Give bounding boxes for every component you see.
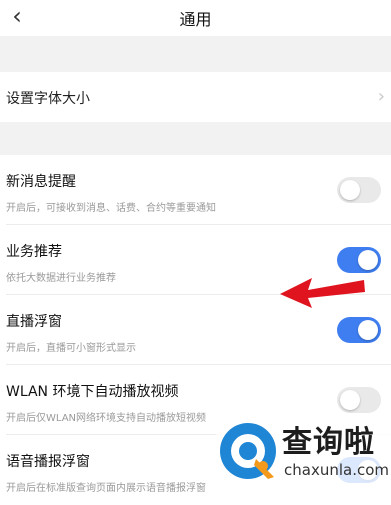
setting-name: 业务推荐 xyxy=(6,244,62,260)
setting-name: 直播浮窗 xyxy=(6,314,62,330)
toggle-knob xyxy=(358,250,378,270)
live-floating-window-toggle[interactable] xyxy=(337,317,381,343)
setting-description: 开启后，可接收到消息、话费、合约等重要通知 xyxy=(6,203,216,214)
setting-name: 新消息提醒 xyxy=(6,174,76,190)
setting-new-message-alert: 新消息提醒 开启后，可接收到消息、话费、合约等重要通知 xyxy=(0,155,391,225)
watermark-url: chaxunla.com xyxy=(284,461,389,479)
setting-description: 开启后在标准版查询页面内展示语音播报浮窗 xyxy=(6,483,206,494)
new-message-alert-toggle[interactable] xyxy=(337,177,381,203)
wlan-autoplay-toggle[interactable] xyxy=(337,387,381,413)
chevron-right-icon: › xyxy=(377,86,385,107)
setting-description: 依托大数据进行业务推荐 xyxy=(6,273,116,284)
top-navigation-bar: ‹ 通用 xyxy=(0,0,391,36)
font-size-label: 设置字体大小 xyxy=(6,91,90,107)
red-arrow-icon xyxy=(280,278,365,308)
watermark-text: 查询啦 xyxy=(282,425,375,460)
setting-name: WLAN 环境下自动播放视频 xyxy=(6,384,179,400)
toggle-knob xyxy=(358,320,378,340)
chaxunla-logo-icon xyxy=(220,423,276,479)
font-size-setting-row[interactable]: 设置字体大小 › xyxy=(0,72,391,122)
setting-name: 语音播报浮窗 xyxy=(6,454,90,470)
watermark: 查询啦 chaxunla.com xyxy=(212,413,391,491)
toggle-knob xyxy=(340,180,360,200)
setting-description: 开启后仅WLAN网络环境支持自动播放短视频 xyxy=(6,413,207,424)
page-title: 通用 xyxy=(179,10,212,29)
toggle-knob xyxy=(340,390,360,410)
setting-description: 开启后，直播可小窗形式显示 xyxy=(6,343,136,354)
